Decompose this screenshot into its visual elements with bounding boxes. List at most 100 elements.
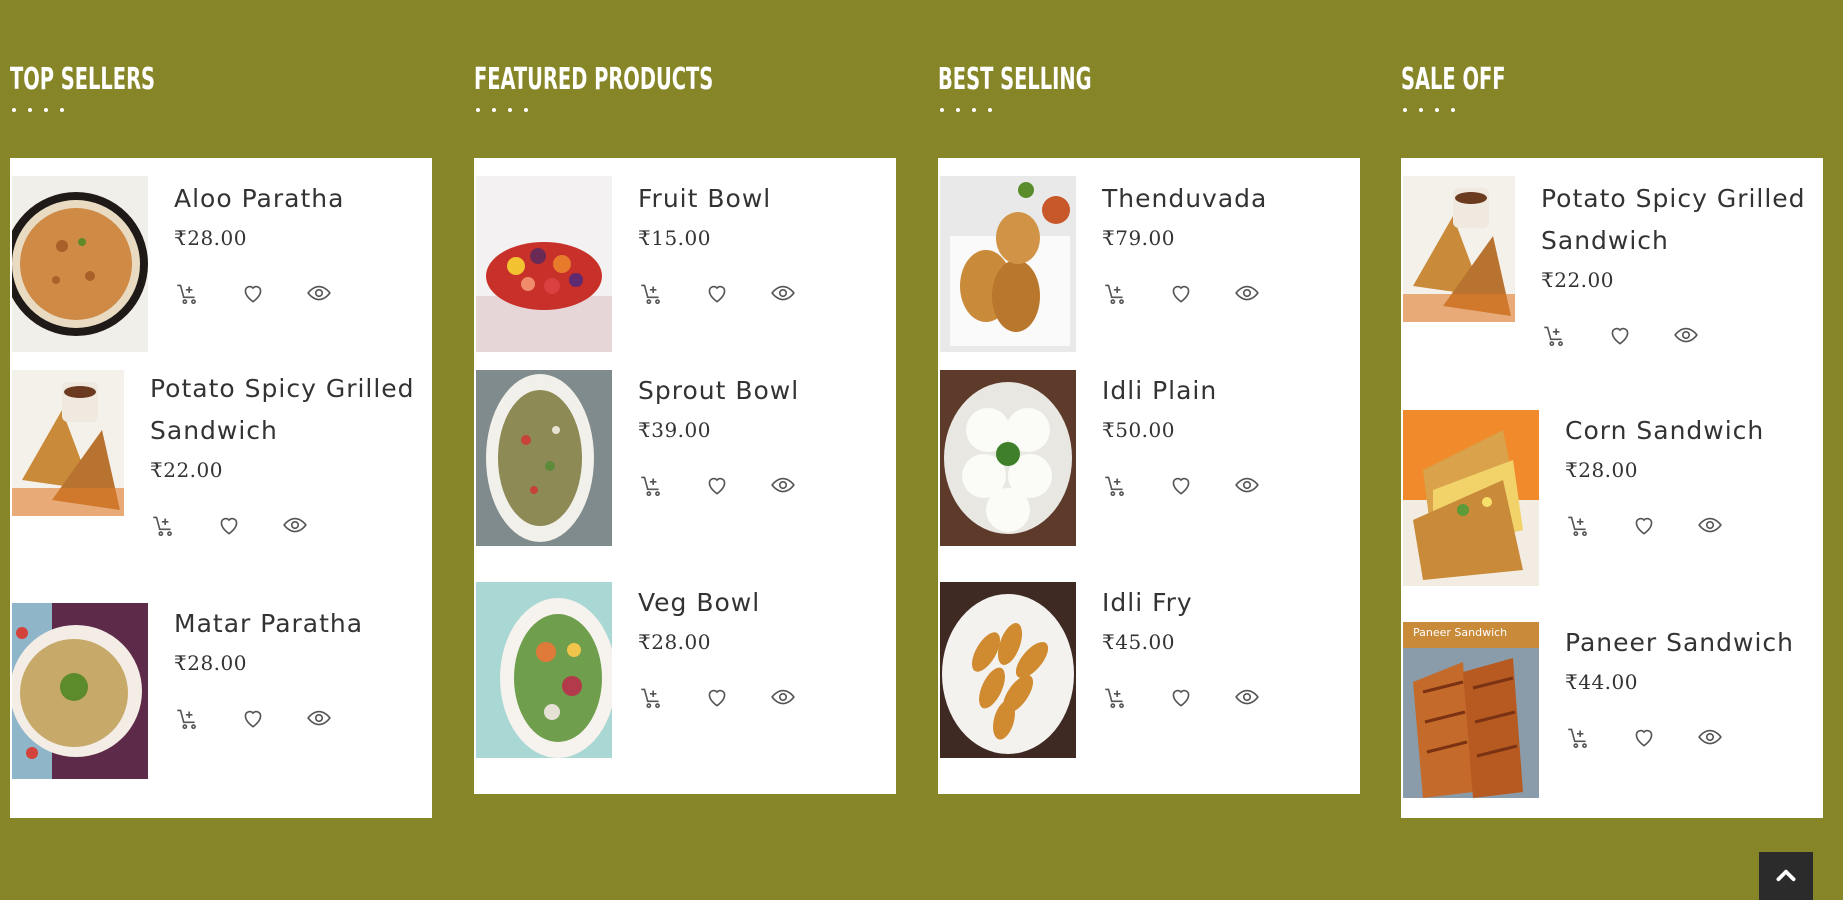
- cart-plus-icon[interactable]: [174, 705, 200, 731]
- corn-sandwich-image[interactable]: [1403, 410, 1539, 586]
- heart-icon[interactable]: [240, 705, 266, 731]
- heart-icon[interactable]: [1631, 512, 1657, 538]
- product-name[interactable]: Matar Paratha: [174, 603, 363, 645]
- fruit-bowl-image[interactable]: [476, 176, 612, 352]
- product-price: ₹28.00: [174, 226, 247, 250]
- product-name-line-2[interactable]: Sandwich: [1541, 220, 1806, 262]
- product-info: Corn Sandwich ₹28.00: [1565, 410, 1764, 538]
- eye-icon[interactable]: [1697, 724, 1723, 750]
- product-card: Fruit Bowl ₹15.00 Sprout Bowl ₹39.00 Veg…: [474, 158, 896, 794]
- product-price: ₹45.00: [1102, 630, 1175, 654]
- eye-icon[interactable]: [770, 472, 796, 498]
- product-price: ₹28.00: [638, 630, 711, 654]
- product-item[interactable]: Potato Spicy Grilled Sandwich ₹22.00: [1401, 158, 1823, 394]
- scroll-to-top-button[interactable]: [1759, 852, 1813, 900]
- eye-icon[interactable]: [1673, 322, 1699, 348]
- product-info: Idli Plain ₹50.00: [1102, 370, 1260, 498]
- product-name[interactable]: Paneer Sandwich: [1565, 622, 1794, 664]
- product-item[interactable]: Corn Sandwich ₹28.00: [1401, 410, 1823, 606]
- heart-icon[interactable]: [1168, 684, 1194, 710]
- eye-icon[interactable]: [770, 280, 796, 306]
- cart-plus-icon[interactable]: [1565, 512, 1591, 538]
- cart-plus-icon[interactable]: [150, 512, 176, 538]
- cart-plus-icon[interactable]: [638, 472, 664, 498]
- product-name[interactable]: Thenduvada: [1102, 178, 1267, 220]
- thenduvada-image[interactable]: [940, 176, 1076, 352]
- product-item[interactable]: Sprout Bowl ₹39.00: [474, 370, 896, 582]
- product-actions: [174, 705, 363, 731]
- column-title: TOP SELLERS: [10, 62, 156, 97]
- title-dots: [940, 108, 1360, 112]
- sprout-bowl-image[interactable]: [476, 370, 612, 546]
- heart-icon[interactable]: [1168, 280, 1194, 306]
- eye-icon[interactable]: [306, 280, 332, 306]
- eye-icon[interactable]: [1234, 472, 1260, 498]
- eye-icon[interactable]: [282, 512, 308, 538]
- product-item[interactable]: Idli Plain ₹50.00: [938, 370, 1360, 582]
- product-actions: [638, 472, 799, 498]
- cart-plus-icon[interactable]: [1102, 472, 1128, 498]
- product-actions: [1565, 724, 1794, 750]
- product-item[interactable]: Fruit Bowl ₹15.00: [474, 158, 896, 370]
- cart-plus-icon[interactable]: [1565, 724, 1591, 750]
- paneer-sandwich-image[interactable]: Paneer Sandwich: [1403, 622, 1539, 798]
- product-name-line-2[interactable]: Sandwich: [150, 410, 415, 452]
- product-item[interactable]: Aloo Paratha ₹28.00: [10, 158, 432, 358]
- product-name[interactable]: Corn Sandwich: [1565, 410, 1764, 452]
- product-name[interactable]: Potato Spicy Grilled: [1541, 178, 1806, 220]
- heart-icon[interactable]: [704, 280, 730, 306]
- product-name[interactable]: Potato Spicy Grilled: [150, 368, 415, 410]
- product-actions: [1565, 512, 1764, 538]
- cart-plus-icon[interactable]: [1102, 280, 1128, 306]
- product-actions: [638, 684, 796, 710]
- product-info: Paneer Sandwich ₹44.00: [1565, 622, 1794, 750]
- eye-icon[interactable]: [306, 705, 332, 731]
- product-name[interactable]: Idli Fry: [1102, 582, 1260, 624]
- product-name[interactable]: Sprout Bowl: [638, 370, 799, 412]
- eye-icon[interactable]: [1234, 684, 1260, 710]
- aloo-paratha-image[interactable]: [12, 176, 148, 352]
- heart-icon[interactable]: [704, 684, 730, 710]
- product-actions: [1102, 280, 1267, 306]
- column-title: SALE OFF: [1401, 62, 1506, 97]
- product-price: ₹22.00: [150, 458, 223, 482]
- potato-sandwich-image[interactable]: [12, 370, 124, 516]
- product-name[interactable]: Fruit Bowl: [638, 178, 796, 220]
- product-price: ₹28.00: [174, 651, 247, 675]
- product-actions: [150, 512, 415, 538]
- product-name[interactable]: Veg Bowl: [638, 582, 796, 624]
- product-item[interactable]: Thenduvada ₹79.00: [938, 158, 1360, 370]
- eye-icon[interactable]: [770, 684, 796, 710]
- cart-plus-icon[interactable]: [1102, 684, 1128, 710]
- eye-icon[interactable]: [1234, 280, 1260, 306]
- idli-fry-image[interactable]: [940, 582, 1076, 758]
- product-item[interactable]: Potato Spicy Grilled Sandwich ₹22.00: [10, 370, 432, 590]
- cart-plus-icon[interactable]: [638, 280, 664, 306]
- veg-bowl-image[interactable]: [476, 582, 612, 758]
- product-item[interactable]: Paneer Sandwich Paneer Sandwich ₹44.00: [1401, 622, 1823, 818]
- heart-icon[interactable]: [240, 280, 266, 306]
- product-info: Potato Spicy Grilled Sandwich ₹22.00: [150, 368, 415, 538]
- cart-plus-icon[interactable]: [174, 280, 200, 306]
- product-card: Thenduvada ₹79.00 Idli Plain ₹50.00 Idli…: [938, 158, 1360, 794]
- product-info: Sprout Bowl ₹39.00: [638, 370, 799, 498]
- heart-icon[interactable]: [1607, 322, 1633, 348]
- title-dots: [12, 108, 432, 112]
- heart-icon[interactable]: [1631, 724, 1657, 750]
- heart-icon[interactable]: [704, 472, 730, 498]
- product-item[interactable]: Matar Paratha ₹28.00: [10, 603, 432, 803]
- eye-icon[interactable]: [1697, 512, 1723, 538]
- product-name[interactable]: Idli Plain: [1102, 370, 1260, 412]
- potato-sandwich-image[interactable]: [1403, 176, 1515, 322]
- idli-plain-image[interactable]: [940, 370, 1076, 546]
- matar-paratha-image[interactable]: [12, 603, 148, 779]
- product-info: Thenduvada ₹79.00: [1102, 178, 1267, 306]
- product-item[interactable]: Veg Bowl ₹28.00: [474, 582, 896, 794]
- heart-icon[interactable]: [216, 512, 242, 538]
- cart-plus-icon[interactable]: [1541, 322, 1567, 348]
- heart-icon[interactable]: [1168, 472, 1194, 498]
- cart-plus-icon[interactable]: [638, 684, 664, 710]
- product-name[interactable]: Aloo Paratha: [174, 178, 344, 220]
- title-dots: [476, 108, 896, 112]
- product-item[interactable]: Idli Fry ₹45.00: [938, 582, 1360, 794]
